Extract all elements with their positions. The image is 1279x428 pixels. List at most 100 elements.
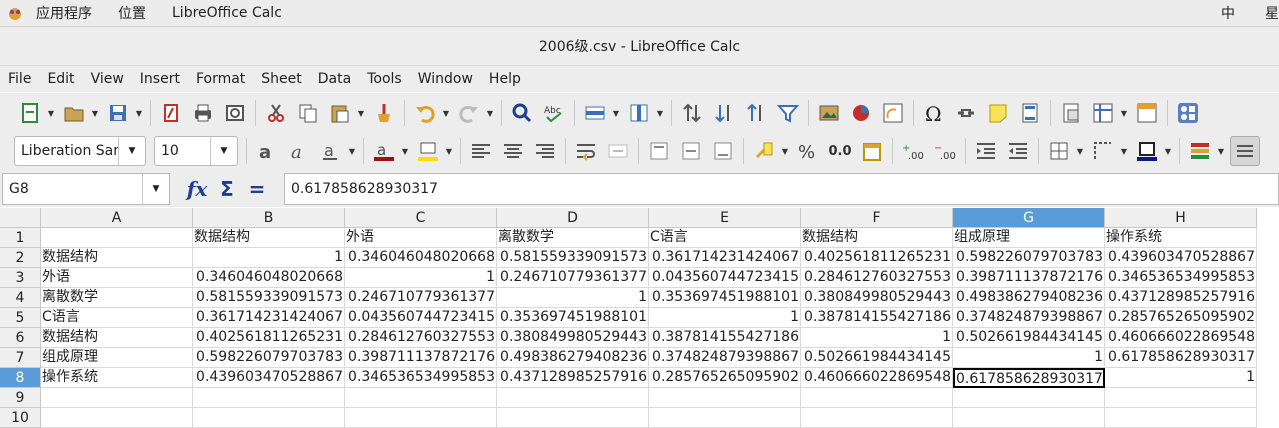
chevron-down-icon[interactable]: ▼ [210, 137, 237, 165]
font-name-box[interactable]: Liberation Sans ▼ [14, 136, 146, 166]
cell-c8[interactable]: 0.346536534995853 [345, 368, 497, 388]
export-pdf-icon[interactable] [157, 99, 185, 127]
cell-c10[interactable] [345, 408, 497, 428]
row-header-7[interactable]: 7 [0, 348, 41, 368]
cell-e7[interactable]: 0.374824879398867 [649, 348, 801, 368]
menu-sheet[interactable]: Sheet [253, 71, 309, 87]
cell-c5[interactable]: 0.043560744723415 [345, 308, 497, 328]
cell-h9[interactable] [1105, 388, 1257, 408]
align-right-icon[interactable] [531, 137, 559, 165]
center-vertically-icon[interactable] [677, 137, 705, 165]
cell-a4[interactable]: 离散数学 [41, 288, 193, 308]
cell-d1[interactable]: 离散数学 [497, 228, 649, 248]
input-method-indicator[interactable]: 中 [1221, 3, 1235, 23]
currency-dropdown-arrow[interactable]: ▼ [780, 137, 790, 165]
column-header-h[interactable]: H [1105, 208, 1257, 228]
row-icon[interactable] [581, 99, 609, 127]
row-header-9[interactable]: 9 [0, 388, 41, 408]
save-dropdown-arrow[interactable]: ▼ [134, 99, 144, 127]
cell-c3[interactable]: 1 [345, 268, 497, 288]
chevron-down-icon[interactable]: ▼ [118, 137, 145, 165]
column-header-f[interactable]: F [801, 208, 953, 228]
row-header-4[interactable]: 4 [0, 288, 41, 308]
cell-e1[interactable]: C语言 [649, 228, 801, 248]
sort-icon[interactable] [678, 99, 706, 127]
save-icon[interactable] [104, 99, 132, 127]
column-header-b[interactable]: B [193, 208, 345, 228]
row-header-6[interactable]: 6 [0, 328, 41, 348]
cell-f8[interactable]: 0.460666022869548 [801, 368, 953, 388]
cell-e4[interactable]: 0.353697451988101 [649, 288, 801, 308]
cell-d3[interactable]: 0.246710779361377 [497, 268, 649, 288]
column-header-a[interactable]: A [41, 208, 193, 228]
cell-b7[interactable]: 0.598226079703783 [193, 348, 345, 368]
cell-c9[interactable] [345, 388, 497, 408]
insert-chart-icon[interactable] [847, 99, 875, 127]
font-name-value[interactable]: Liberation Sans [15, 143, 118, 159]
cell-f9[interactable] [801, 388, 953, 408]
cell-h3[interactable]: 0.346536534995853 [1105, 268, 1257, 288]
menu-tools[interactable]: Tools [359, 71, 410, 87]
print-icon[interactable] [189, 99, 217, 127]
highlight-dropdown-arrow[interactable]: ▼ [444, 137, 454, 165]
conditional-format-icon[interactable] [1186, 137, 1214, 165]
cell-f7[interactable]: 0.502661984434145 [801, 348, 953, 368]
undo-dropdown-arrow[interactable]: ▼ [441, 99, 451, 127]
cell-h1[interactable]: 操作系统 [1105, 228, 1257, 248]
cell-f4[interactable]: 0.380849980529443 [801, 288, 953, 308]
hyperlink-icon[interactable] [952, 99, 980, 127]
redo-dropdown-arrow[interactable]: ▼ [485, 99, 495, 127]
row-header-8[interactable]: 8 [0, 368, 41, 388]
cell-d6[interactable]: 0.380849980529443 [497, 328, 649, 348]
cell-a1[interactable] [41, 228, 193, 248]
cell-e3[interactable]: 0.043560744723415 [649, 268, 801, 288]
cell-d7[interactable]: 0.498386279408236 [497, 348, 649, 368]
undo-icon[interactable] [411, 99, 439, 127]
cell-b8[interactable]: 0.439603470528867 [193, 368, 345, 388]
column-header-g[interactable]: G [953, 208, 1105, 228]
cell-c4[interactable]: 0.246710779361377 [345, 288, 497, 308]
align-top-icon[interactable] [645, 137, 673, 165]
column-header-e[interactable]: E [649, 208, 801, 228]
cell-f1[interactable]: 数据结构 [801, 228, 953, 248]
menu-file[interactable]: File [0, 71, 39, 87]
underline-dropdown-arrow[interactable]: ▼ [347, 137, 357, 165]
cell-g4[interactable]: 0.498386279408236 [953, 288, 1105, 308]
cell-h8[interactable]: 1 [1105, 368, 1257, 388]
spelling-icon[interactable]: Abc [540, 99, 568, 127]
sort-descending-icon[interactable] [710, 99, 738, 127]
cell-f2[interactable]: 0.402561811265231 [801, 248, 953, 268]
row-dropdown-arrow[interactable]: ▼ [611, 99, 621, 127]
cell-b5[interactable]: 0.361714231424067 [193, 308, 345, 328]
cell-g5[interactable]: 0.374824879398867 [953, 308, 1105, 328]
cell-g6[interactable]: 0.502661984434145 [953, 328, 1105, 348]
cell-d4[interactable]: 1 [497, 288, 649, 308]
comment-icon[interactable] [984, 99, 1012, 127]
font-color-icon[interactable]: a [370, 137, 398, 165]
cell-g8[interactable]: 0.617858628930317 [953, 368, 1105, 388]
row-header-3[interactable]: 3 [0, 268, 41, 288]
row-header-1[interactable]: 1 [0, 228, 41, 248]
cell-h4[interactable]: 0.437128985257916 [1105, 288, 1257, 308]
cut-icon[interactable] [262, 99, 290, 127]
menu-window[interactable]: Window [410, 71, 481, 87]
menu-data[interactable]: Data [310, 71, 359, 87]
cell-f3[interactable]: 0.284612760327553 [801, 268, 953, 288]
cell-c7[interactable]: 0.398711137872176 [345, 348, 497, 368]
cell-g1[interactable]: 组成原理 [953, 228, 1105, 248]
name-box-value[interactable]: G8 [3, 181, 142, 197]
underline-icon[interactable]: a [317, 137, 345, 165]
chevron-down-icon[interactable]: ▼ [142, 174, 169, 204]
row-header-2[interactable]: 2 [0, 248, 41, 268]
cell-e10[interactable] [649, 408, 801, 428]
font-size-box[interactable]: 10 ▼ [154, 136, 238, 166]
cell-h2[interactable]: 0.439603470528867 [1105, 248, 1257, 268]
cell-h10[interactable] [1105, 408, 1257, 428]
show-draw-functions-icon[interactable] [1174, 99, 1202, 127]
cell-h5[interactable]: 0.285765265095902 [1105, 308, 1257, 328]
define-print-area-icon[interactable] [1057, 99, 1085, 127]
cell-a10[interactable] [41, 408, 193, 428]
sidebar-toggle-icon[interactable] [1230, 136, 1260, 166]
cell-f5[interactable]: 0.387814155427186 [801, 308, 953, 328]
menu-help[interactable]: Help [481, 71, 529, 87]
